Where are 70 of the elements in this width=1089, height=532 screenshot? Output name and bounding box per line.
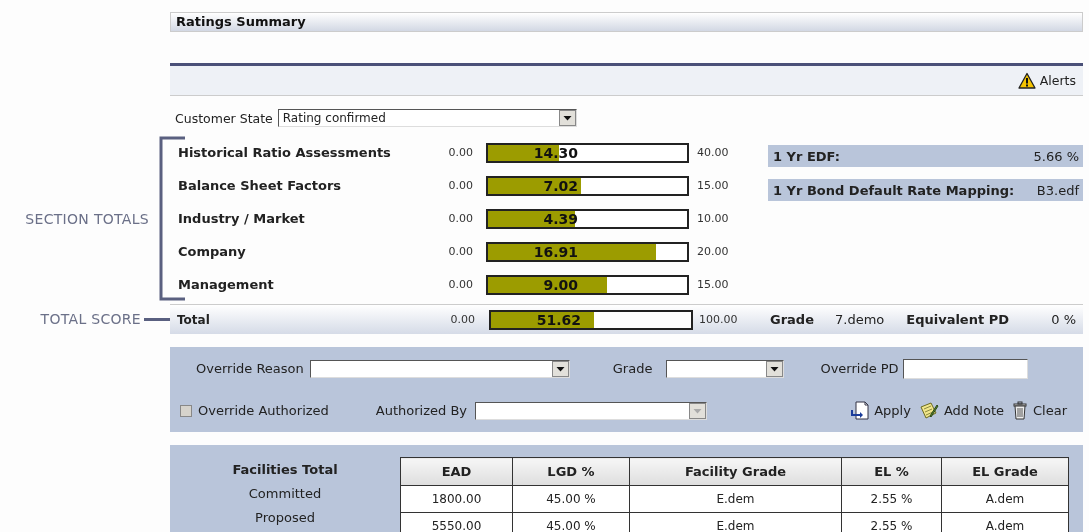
- column-header: EL Grade: [941, 457, 1069, 486]
- score-value: 51.62: [535, 311, 581, 328]
- min-value: 0.00: [447, 212, 473, 225]
- info-value: B3.edf: [1036, 182, 1079, 198]
- max-value: 15.00: [697, 278, 729, 291]
- max-value: 100.00: [699, 313, 739, 326]
- action-button[interactable]: Clear: [1012, 401, 1067, 420]
- caret-icon: [689, 402, 707, 419]
- max-value: 20.00: [697, 245, 729, 258]
- grade-value: 7.demo: [835, 312, 885, 327]
- column-header: Facility Grade: [629, 457, 842, 486]
- table-cell: 1800.00: [400, 485, 513, 513]
- annotation-label: SECTION TOTALS: [25, 210, 149, 227]
- table-cell: A.dem: [941, 485, 1069, 513]
- panel-title: Ratings Summary: [170, 12, 1083, 32]
- caret-icon: [558, 110, 576, 126]
- leader-line: [141, 317, 170, 321]
- input-field[interactable]: [902, 358, 1028, 379]
- annotation-label: TOTAL SCORE: [40, 311, 141, 327]
- column-header: EL %: [841, 457, 942, 486]
- table-cell: 2.55 %: [841, 485, 942, 513]
- section-label: Management: [178, 277, 275, 292]
- field-label: Override Reason: [196, 361, 304, 376]
- caret-icon: [551, 360, 569, 377]
- section-label: Company: [178, 244, 247, 259]
- min-value: 0.00: [447, 245, 473, 258]
- table-cell: 45.00 %: [512, 485, 630, 513]
- row-label: Committed: [247, 485, 323, 503]
- document-arrow-icon: [850, 401, 870, 420]
- field-label: Customer State: [175, 110, 273, 126]
- checkbox-label: Override Authorized: [198, 403, 329, 418]
- section-label: Balance Sheet Factors: [178, 178, 343, 193]
- field-label: Authorized By: [375, 403, 468, 418]
- facilities-title: Facilities Total: [231, 461, 339, 479]
- total-label: Total: [177, 312, 211, 327]
- min-value: 0.00: [449, 313, 475, 326]
- pd-label: Equivalent PD: [906, 312, 1009, 327]
- info-value: 5.66 %: [1033, 148, 1079, 164]
- dropdown[interactable]: Rating confirmed: [277, 109, 577, 127]
- section-label: Historical Ratio Assessments: [178, 145, 392, 160]
- min-value: 0.00: [447, 179, 473, 192]
- max-value: 40.00: [697, 146, 729, 159]
- trash-icon: [1012, 401, 1028, 420]
- grade-label: Grade: [770, 312, 814, 327]
- column-header: EAD: [400, 457, 513, 486]
- min-value: 0.00: [447, 278, 473, 291]
- dropdown[interactable]: [666, 359, 785, 378]
- notepad-pencil-icon: [918, 401, 939, 420]
- alerts-link[interactable]: Alerts: [1017, 72, 1076, 89]
- warning-icon: [1017, 72, 1036, 89]
- max-value: 10.00: [697, 212, 729, 225]
- score-value: 9.00: [542, 276, 578, 293]
- caret-icon: [766, 360, 784, 377]
- dropdown[interactable]: [309, 359, 570, 378]
- field-label: Grade: [612, 361, 653, 376]
- score-value: 16.91: [532, 243, 578, 260]
- min-value: 0.00: [447, 146, 473, 159]
- row-label: Proposed: [254, 509, 316, 527]
- column-header: LGD %: [512, 457, 630, 486]
- table-cell: 5550.00: [400, 512, 513, 532]
- action-button[interactable]: Add Note: [918, 401, 1004, 420]
- info-label: 1 Yr Bond Default Rate Mapping:: [773, 182, 1015, 198]
- field-label: Override PD: [820, 361, 899, 376]
- score-value: 7.02: [542, 177, 578, 194]
- pd-value: 0 %: [1051, 312, 1076, 327]
- max-value: 15.00: [697, 179, 729, 192]
- table-cell: E.dem: [629, 485, 842, 513]
- info-label: 1 Yr EDF:: [773, 148, 840, 164]
- section-label: Industry / Market: [178, 211, 306, 226]
- action-button[interactable]: Apply: [850, 401, 911, 420]
